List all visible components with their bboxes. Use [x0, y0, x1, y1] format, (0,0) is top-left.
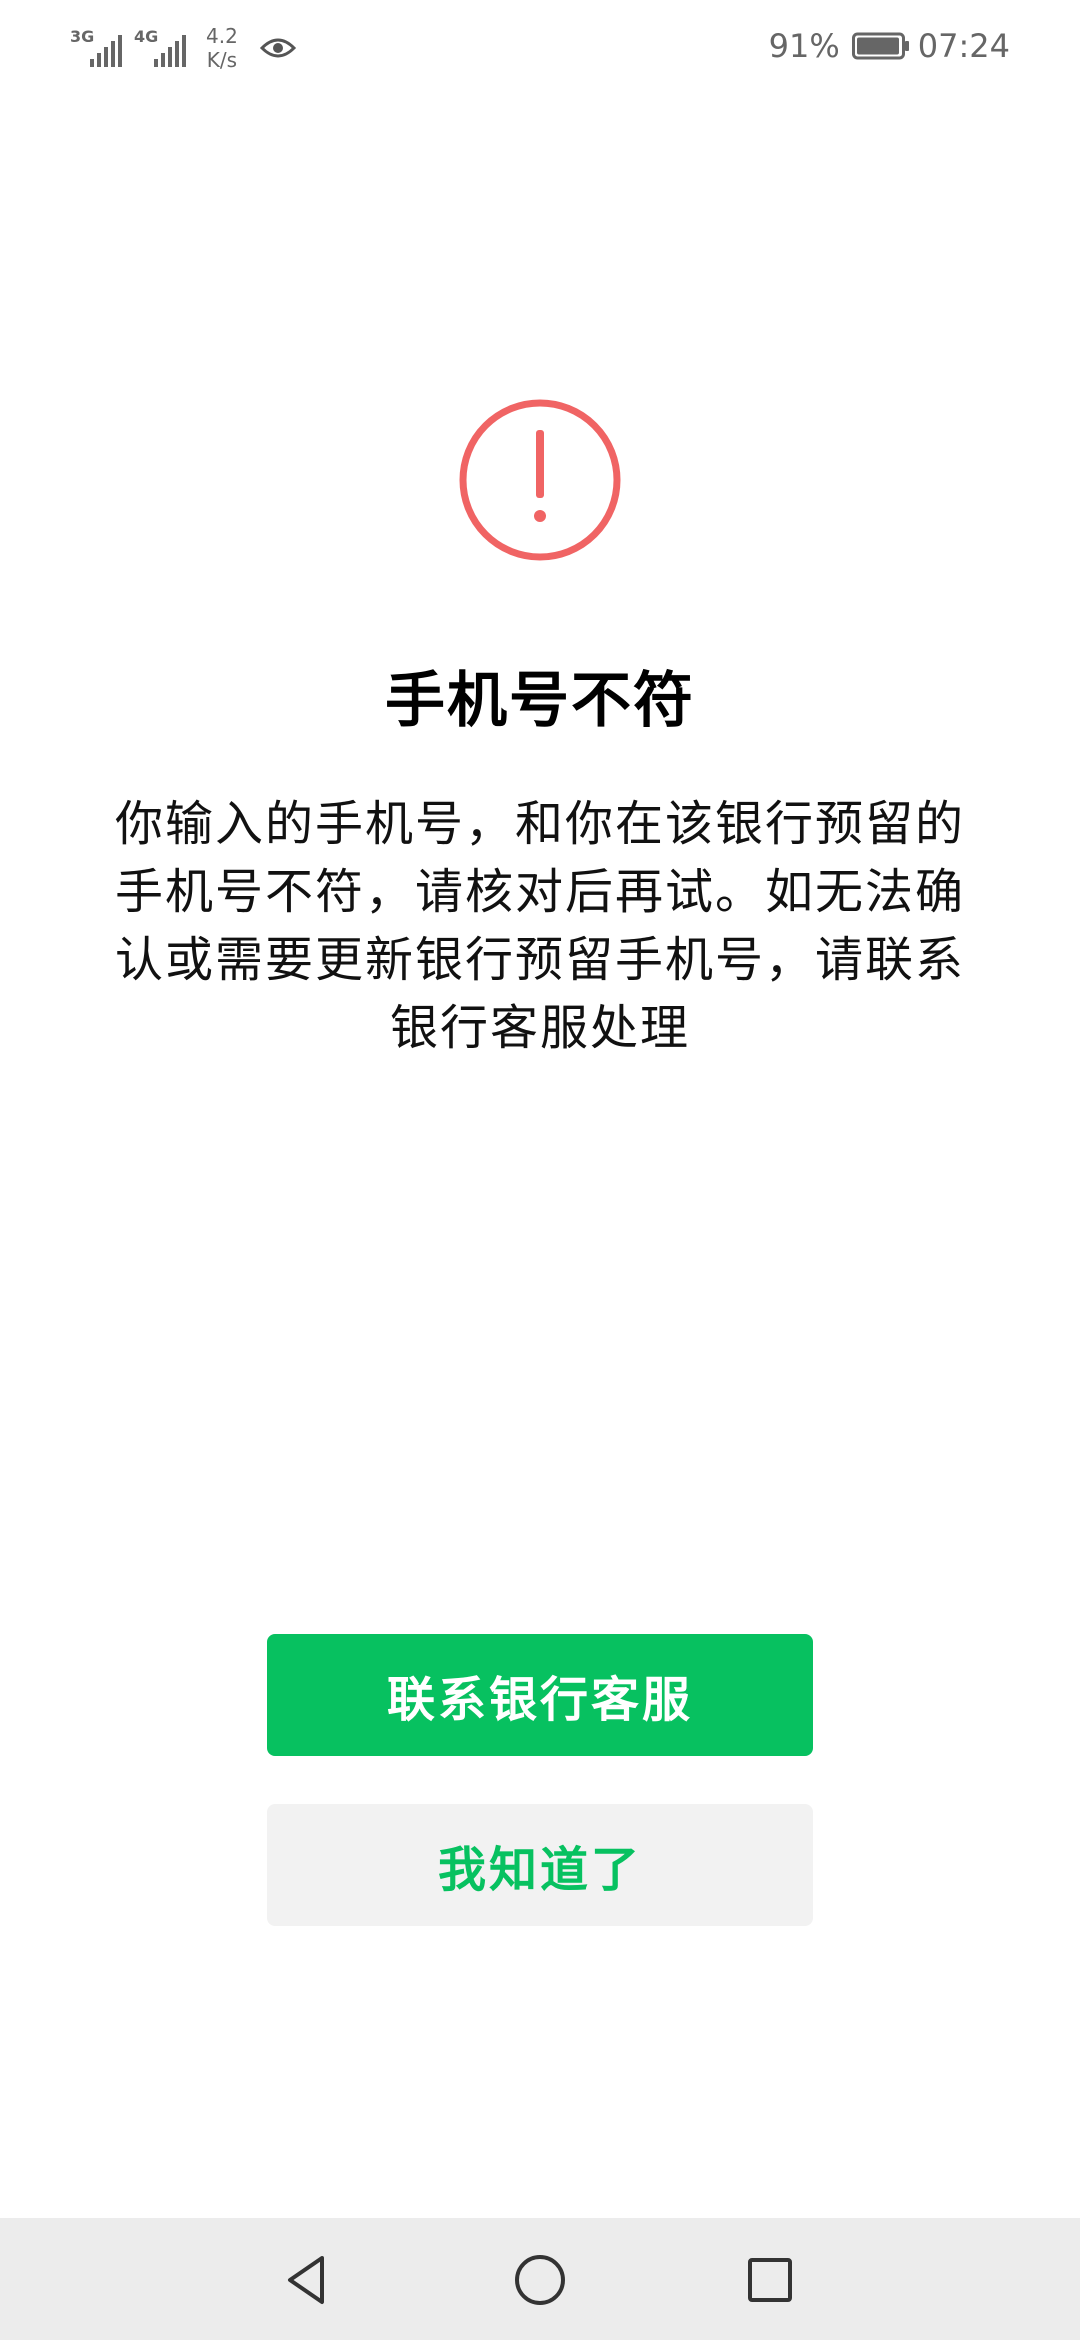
network-speed: 4.2 K/s [206, 24, 238, 72]
exclamation-circle-icon [459, 399, 621, 561]
speed-unit: K/s [206, 48, 238, 72]
back-icon[interactable] [276, 2248, 340, 2312]
eye-icon [259, 38, 296, 58]
clock: 07:24 [917, 27, 1010, 65]
status-bar: 3G 4G 4.2 K/s 91% 07:24 [0, 0, 1080, 92]
dialog-message: 你输入的手机号，和你在该银行预留的手机号不符，请核对后再试。如无法确认或需要更新… [114, 796, 965, 1056]
battery-percent: 91% [768, 27, 840, 65]
signal-4g-icon: 4G [134, 27, 186, 69]
signal-3g-icon: 3G [70, 27, 122, 69]
battery-icon [851, 32, 909, 60]
navigation-bar [0, 2218, 1080, 2340]
contact-bank-service-button[interactable]: 联系银行客服 [267, 1634, 813, 1756]
speed-value: 4.2 [206, 24, 238, 48]
home-icon[interactable] [508, 2248, 572, 2312]
dialog-title: 手机号不符 [385, 666, 695, 736]
status-right: 91% 07:24 [769, 22, 1010, 70]
status-left: 3G 4G 4.2 K/s [70, 18, 296, 78]
got-it-button[interactable]: 我知道了 [267, 1804, 813, 1926]
recent-apps-icon[interactable] [738, 2248, 802, 2312]
